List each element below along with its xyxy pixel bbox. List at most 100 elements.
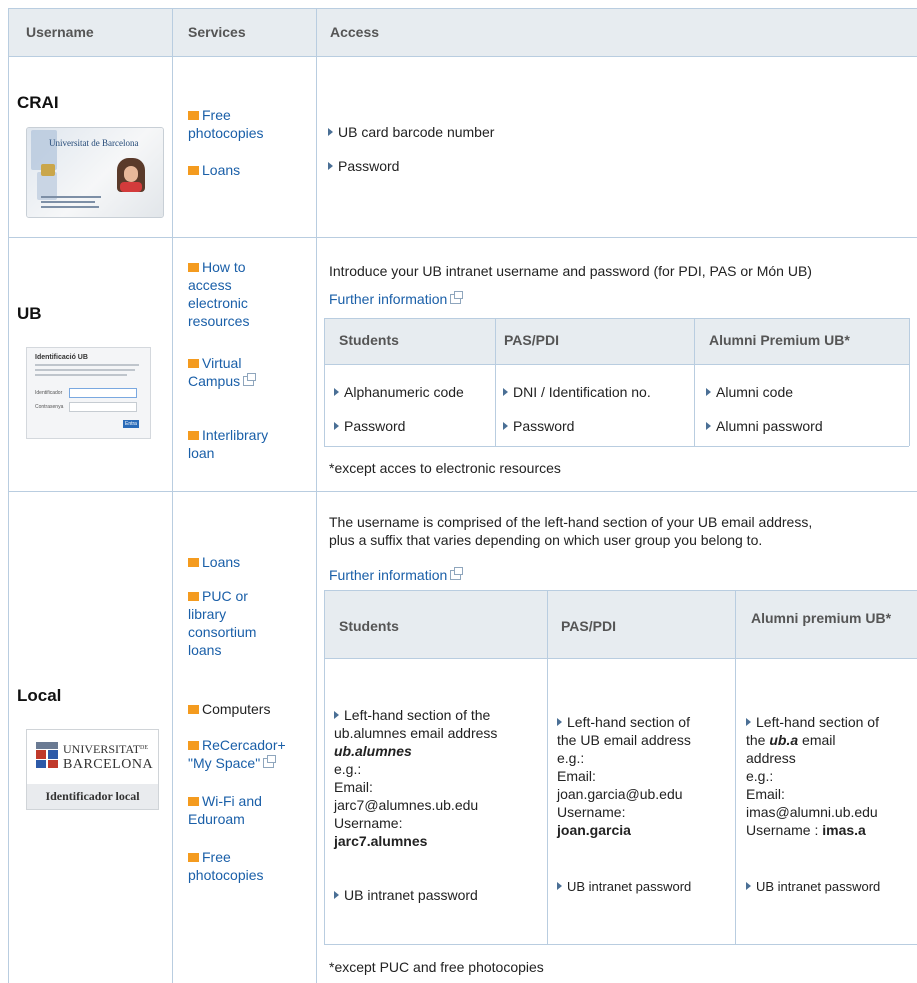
divider: [324, 658, 917, 659]
bullet-square-icon: [188, 166, 199, 175]
photo-icon: [117, 158, 145, 192]
service-link[interactable]: Loans: [202, 162, 240, 178]
ub-logo-image: UNIVERSITATDE BARCELONA Identificador lo…: [26, 729, 159, 810]
arrow-right-icon: [557, 718, 562, 726]
arrow-right-icon: [328, 128, 333, 136]
logo-de: DE: [140, 745, 149, 751]
bullet-square-icon: [188, 359, 199, 368]
arrow-right-icon: [746, 882, 751, 890]
bullet-square-icon: [188, 431, 199, 440]
bullet-square-icon: [188, 705, 199, 714]
header-services: Services: [188, 24, 246, 40]
arrow-right-icon: [503, 388, 508, 396]
logo-caption: Identificador local: [45, 789, 140, 803]
ub-th-alumni: Alumni Premium UB*: [709, 332, 850, 348]
local-note: *except PUC and free photocopies: [329, 959, 544, 975]
divider: [172, 8, 173, 983]
divider: [324, 944, 917, 945]
service-virtual-campus[interactable]: Virtual Campus: [188, 354, 278, 390]
service-puc-loans[interactable]: PUC or library consortium loans: [188, 587, 280, 659]
service-computers: Computers: [188, 700, 270, 718]
divider: [735, 590, 736, 944]
service-loans[interactable]: Loans: [188, 161, 240, 179]
bullet-square-icon: [188, 111, 199, 120]
divider: [324, 446, 909, 447]
ub-card-image: Universitat de Barcelona: [26, 127, 164, 218]
arrow-right-icon: [334, 891, 339, 899]
card-title: Universitat de Barcelona: [49, 138, 139, 148]
service-wifi[interactable]: Wi-Fi and Eduroam: [188, 792, 280, 828]
divider: [324, 318, 909, 319]
divider: [324, 318, 325, 446]
arrow-right-icon: [746, 718, 751, 726]
arrow-right-icon: [328, 162, 333, 170]
bullet-square-icon: [188, 263, 199, 272]
ub-alumni-code: Alumni code: [706, 383, 793, 401]
bullet-square-icon: [188, 592, 199, 601]
bullet-square-icon: [188, 741, 199, 750]
service-recercador[interactable]: ReCercador+ "My Space": [188, 736, 298, 772]
local-intro-2: plus a suffix that varies depending on w…: [329, 532, 763, 548]
arrow-right-icon: [334, 388, 339, 396]
ub-pas-password: Password: [503, 417, 574, 435]
row-name-local: Local: [17, 686, 62, 705]
external-link-icon: [450, 291, 464, 304]
header-username: Username: [26, 24, 94, 40]
logo-word-barcelona: BARCELONA: [63, 757, 154, 772]
divider: [547, 590, 548, 944]
local-pas-cell: Left-hand section of the UB email addres…: [557, 714, 691, 838]
local-students-cell: Left-hand section of the ub.alumnes emai…: [334, 707, 498, 849]
ub-alumni-password: Alumni password: [706, 417, 823, 435]
logo-word-universitat: UNIVERSITAT: [63, 742, 141, 756]
ub-login-image: Identificació UB Identificador Contrasen…: [26, 347, 151, 439]
ub-pas-dni: DNI / Identification no.: [503, 383, 651, 401]
divider: [324, 590, 917, 591]
local-further-information[interactable]: Further information: [329, 566, 464, 584]
divider: [324, 364, 909, 365]
local-alumni-password: UB intranet password: [746, 878, 880, 896]
divider: [694, 318, 695, 446]
service-local-photocopies[interactable]: Free photocopies: [188, 848, 288, 884]
arrow-right-icon: [706, 388, 711, 396]
header-access: Access: [330, 24, 380, 40]
ub-shield-icon: [36, 742, 58, 768]
local-th-alumni: Alumni premium UB*: [751, 610, 892, 626]
arrow-right-icon: [334, 711, 339, 719]
service-electronic-resources[interactable]: How to access electronic resources: [188, 258, 278, 330]
local-alumni-cell: Left-hand section of the ub.a email addr…: [746, 714, 879, 838]
ub-note: *except acces to electronic resources: [329, 460, 561, 476]
divider: [8, 56, 917, 57]
arrow-right-icon: [503, 422, 508, 430]
bullet-square-icon: [188, 558, 199, 567]
service-local-loans[interactable]: Loans: [188, 553, 240, 571]
local-th-pas-pdi: PAS/PDI: [561, 618, 616, 634]
ub-students-password: Password: [334, 417, 405, 435]
arrow-right-icon: [334, 422, 339, 430]
service-free-photocopies[interactable]: Free photocopies: [188, 106, 298, 142]
divider: [324, 590, 325, 944]
bullet-square-icon: [188, 797, 199, 806]
access-barcode: UB card barcode number: [328, 123, 494, 141]
external-link-icon: [450, 567, 464, 580]
divider: [316, 8, 317, 983]
ub-th-students: Students: [339, 332, 399, 348]
arrow-right-icon: [557, 882, 562, 890]
access-password: Password: [328, 157, 399, 175]
local-students-password: UB intranet password: [334, 886, 478, 904]
service-interlibrary-loan[interactable]: Interlibrary loan: [188, 426, 288, 462]
divider: [8, 237, 917, 238]
divider: [8, 8, 917, 9]
external-link-icon: [263, 755, 277, 768]
bullet-square-icon: [188, 853, 199, 862]
divider: [8, 491, 917, 492]
ub-intro: Introduce your UB intranet username and …: [329, 263, 812, 279]
ub-th-pas-pdi: PAS/PDI: [504, 332, 559, 348]
service-link[interactable]: Free photocopies: [188, 107, 264, 141]
ub-further-information[interactable]: Further information: [329, 290, 464, 308]
chip-icon: [41, 164, 55, 176]
row-name-ub: UB: [17, 304, 42, 323]
ub-students-code: Alphanumeric code: [334, 383, 464, 401]
divider: [495, 318, 496, 446]
external-link-icon: [243, 373, 257, 386]
row-name-crai: CRAI: [17, 93, 59, 112]
